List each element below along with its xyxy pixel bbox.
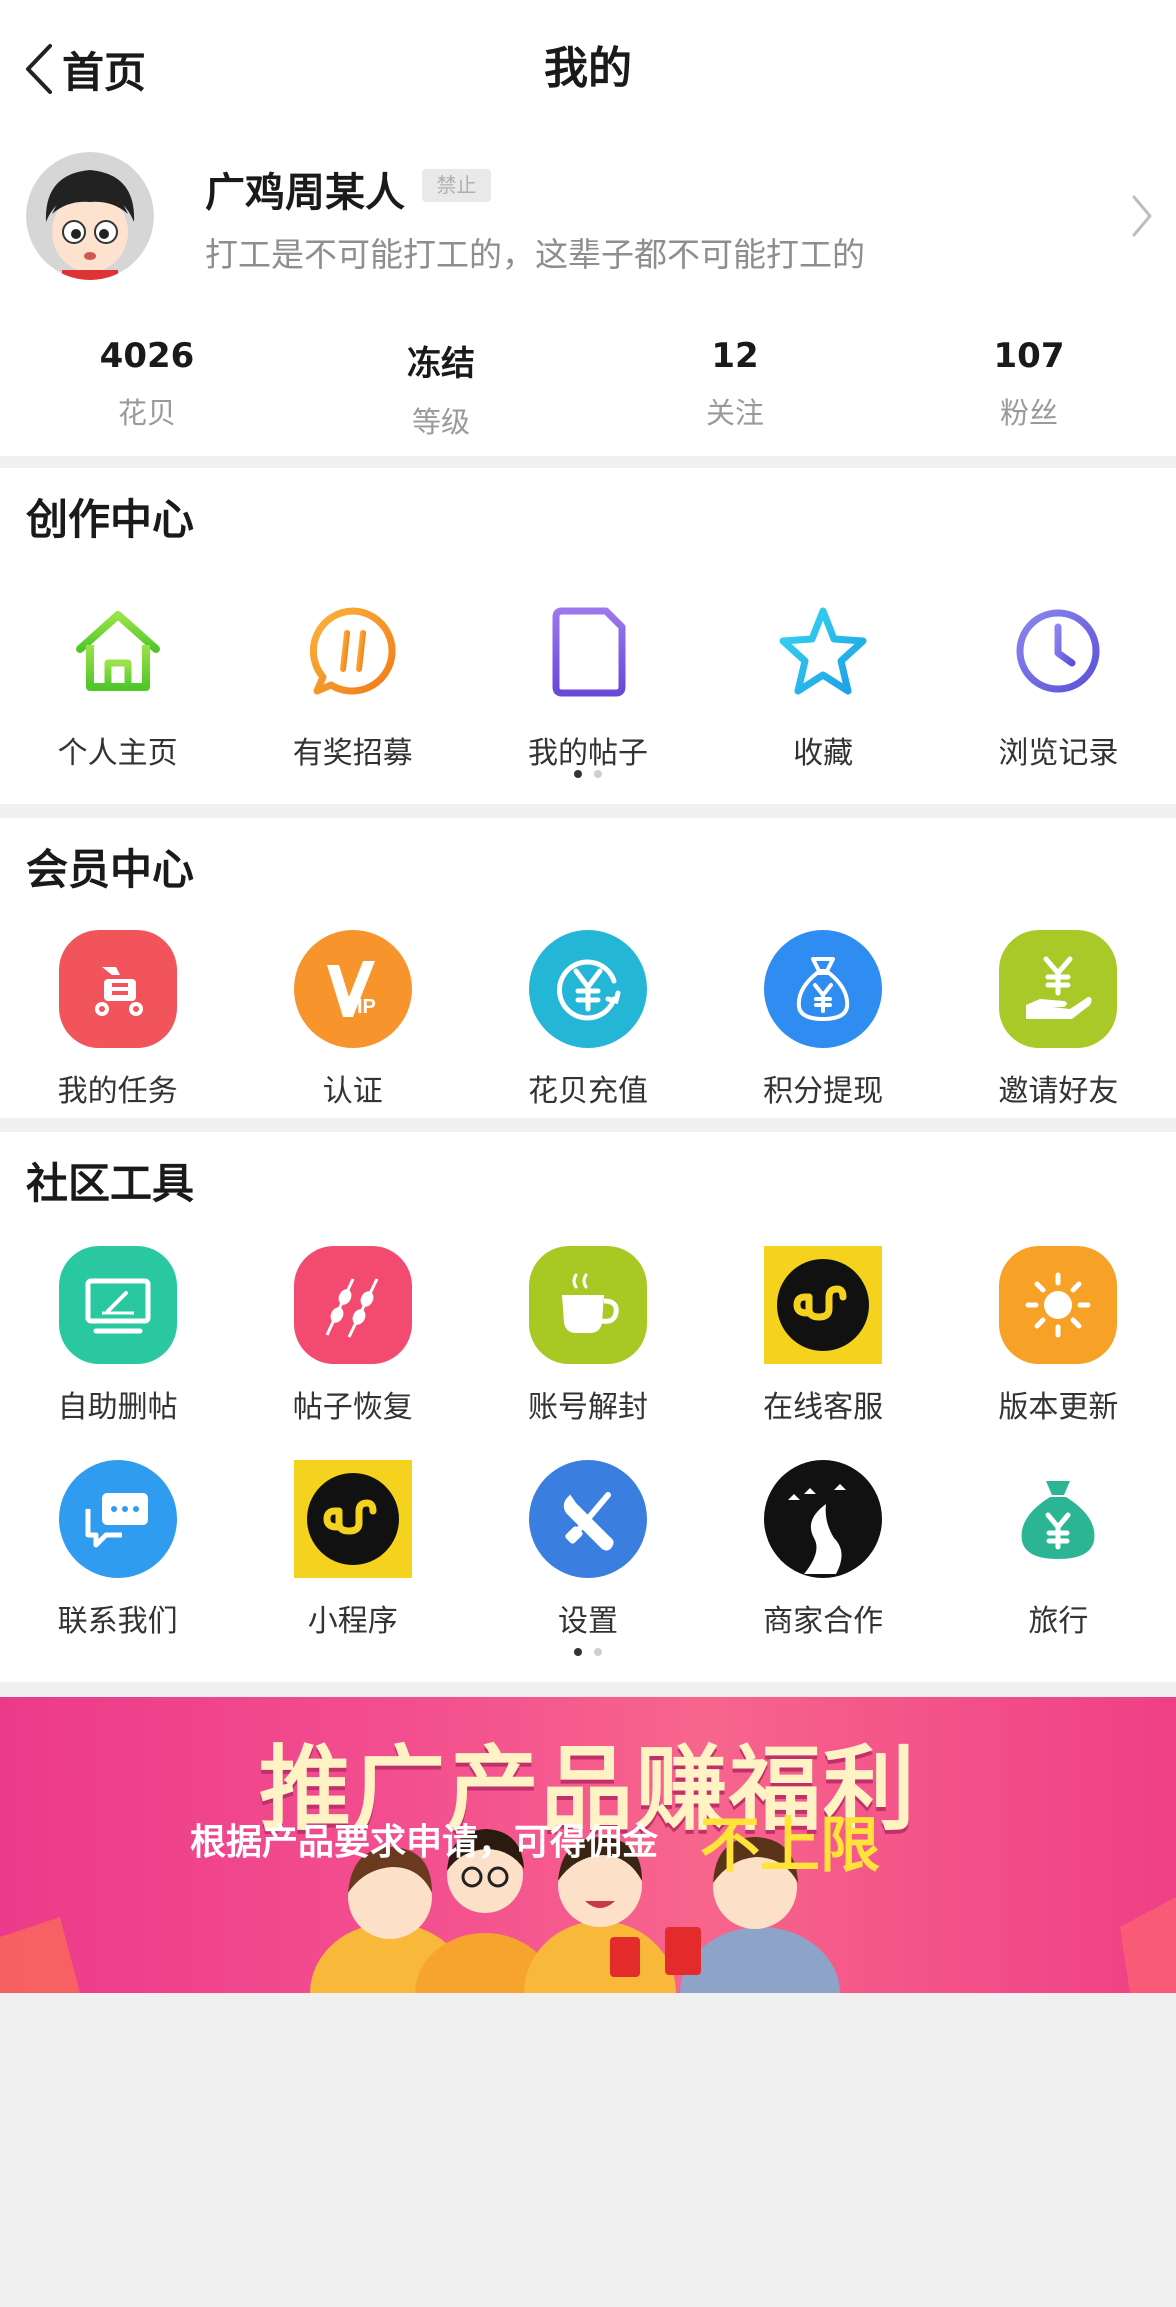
status-badge: 禁止 (422, 169, 491, 202)
page-dot-active[interactable] (574, 1648, 582, 1656)
mini-program-icon (764, 1246, 883, 1364)
creation-center-section: 创作中心 个人主页 有奖招募 我的帖子 收藏 浏览记录 (0, 468, 1176, 804)
grid-item-label: 帖子恢复 (292, 1390, 413, 1425)
grid-item-label: 设置 (557, 1604, 618, 1639)
grid-item-verify[interactable]: IP 认证 (235, 930, 470, 1110)
grid-item-online-service[interactable]: 在线客服 (706, 1246, 941, 1426)
monitor-icon (58, 1246, 177, 1364)
promo-banner[interactable]: 推广产品赚福利 根据产品要求申请，可得佣金 不上限 (0, 1697, 1176, 1993)
chat-bubbles-icon (58, 1460, 177, 1578)
coffee-cup-icon (528, 1246, 647, 1364)
grid-item-label: 个人主页 (57, 736, 178, 771)
grid-item-label: 我的任务 (57, 1074, 178, 1109)
grid-item-settings[interactable]: 设置 (470, 1460, 705, 1640)
grid-item-label: 商家合作 (763, 1604, 884, 1639)
star-icon (764, 592, 882, 710)
grid-item-unban[interactable]: 账号解封 (470, 1246, 705, 1426)
stat-label: 花贝 (117, 396, 176, 430)
grid-item-travel[interactable]: 旅行 (941, 1460, 1176, 1640)
grid-item-recruit[interactable]: 有奖招募 (235, 592, 470, 772)
grid-item-label: 账号解封 (527, 1390, 648, 1425)
grid-item-invite[interactable]: 邀请好友 (941, 930, 1176, 1110)
task-scooter-icon (58, 930, 177, 1048)
mini-program-icon (293, 1460, 412, 1578)
clock-icon (999, 592, 1117, 710)
page-dot-active[interactable] (574, 770, 582, 778)
banner-subtitle: 根据产品要求申请，可得佣金 (190, 1822, 659, 1863)
avatar[interactable] (26, 152, 154, 280)
post-icon (529, 592, 647, 710)
grid-item-mini-program[interactable]: 小程序 (235, 1460, 470, 1640)
grid-item-label: 邀请好友 (998, 1074, 1119, 1109)
page-indicator (0, 770, 1176, 778)
grid-item-withdraw[interactable]: 积分提现 (706, 930, 941, 1110)
page-dot[interactable] (594, 770, 602, 778)
grid-item-label: 自助删帖 (57, 1390, 178, 1425)
grid-item-label: 版本更新 (998, 1390, 1119, 1425)
stat-label: 粉丝 (999, 396, 1058, 430)
stat-value: 12 (711, 336, 759, 376)
stat-following[interactable]: 12 关注 (588, 328, 882, 456)
grid-item-my-posts[interactable]: 我的帖子 (470, 592, 705, 772)
grid-item-favorites[interactable]: 收藏 (706, 592, 941, 772)
grid-item-self-delete[interactable]: 自助删帖 (0, 1246, 235, 1426)
grid-item-label: 我的帖子 (527, 736, 648, 771)
grid-item-business[interactable]: 商家合作 (706, 1460, 941, 1640)
grid-item-label: 小程序 (307, 1604, 398, 1639)
grid-item-homepage[interactable]: 个人主页 (0, 592, 235, 772)
grid-item-label: 收藏 (793, 736, 854, 771)
banner-highlight: 不上限 (700, 1811, 880, 1881)
hashtag-icon (294, 592, 412, 710)
section-title: 社区工具 (26, 1159, 195, 1208)
stat-level[interactable]: 冻结 等级 (294, 328, 588, 456)
money-bag-icon (764, 930, 883, 1048)
community-tools-section: 社区工具 自助删帖 帖子恢复 账号解封 在线客服 版本更新 联系我们 小程序 设… (0, 1132, 1176, 1682)
stats-row: 4026 花贝 冻结 等级 12 关注 107 粉丝 (0, 328, 1176, 456)
grid-item-recharge[interactable]: 花贝充值 (470, 930, 705, 1110)
tools-icon (528, 1460, 647, 1578)
page-dot[interactable] (594, 1648, 602, 1656)
sun-icon (999, 1246, 1118, 1364)
stat-value: 4026 (99, 336, 195, 376)
grid-item-label: 联系我们 (57, 1604, 178, 1639)
grid-item-label: 积分提现 (763, 1074, 884, 1109)
money-bag-icon (999, 1460, 1117, 1578)
chevron-right-icon (1132, 195, 1152, 237)
stat-value: 冻结 (407, 344, 475, 384)
page-indicator (0, 1648, 1176, 1656)
grid-item-label: 认证 (322, 1074, 383, 1109)
grid-item-my-tasks[interactable]: 我的任务 (0, 930, 235, 1110)
section-title: 创作中心 (26, 495, 195, 544)
page-title: 我的 (544, 43, 632, 94)
grid-item-contact-us[interactable]: 联系我们 (0, 1460, 235, 1640)
yen-recharge-icon (528, 930, 647, 1048)
svg-text:IP: IP (357, 996, 376, 1018)
grid-item-history[interactable]: 浏览记录 (941, 592, 1176, 772)
vip-icon: IP (293, 930, 412, 1048)
home-icon (59, 592, 177, 710)
top-bar: 首页 我的 (0, 0, 1176, 138)
username: 广鸡周某人 (205, 170, 405, 216)
section-title: 会员中心 (26, 845, 195, 894)
grid-item-label: 旅行 (1028, 1604, 1089, 1639)
grid-item-post-restore[interactable]: 帖子恢复 (235, 1246, 470, 1426)
skewer-icon (293, 1246, 412, 1364)
grid-item-label: 浏览记录 (998, 736, 1119, 771)
stat-label: 等级 (411, 405, 470, 439)
night-road-icon (764, 1460, 883, 1578)
grid-item-label: 有奖招募 (292, 736, 413, 771)
stat-value: 107 (993, 336, 1065, 376)
yen-hand-icon (999, 930, 1118, 1048)
grid-item-label: 在线客服 (763, 1390, 884, 1425)
stat-followers[interactable]: 107 粉丝 (882, 328, 1176, 456)
profile-card[interactable]: 广鸡周某人 禁止 打工是不可能打工的，这辈子都不可能打工的 (0, 138, 1176, 328)
user-bio: 打工是不可能打工的，这辈子都不可能打工的 (205, 235, 865, 274)
stat-label: 关注 (705, 396, 764, 430)
stat-huabei[interactable]: 4026 花贝 (0, 328, 294, 456)
member-center-section: 会员中心 我的任务 IP 认证 花贝充值 积分提现 邀请好友 (0, 818, 1176, 1118)
grid-item-version-update[interactable]: 版本更新 (941, 1246, 1176, 1426)
grid-item-label: 花贝充值 (527, 1074, 648, 1109)
